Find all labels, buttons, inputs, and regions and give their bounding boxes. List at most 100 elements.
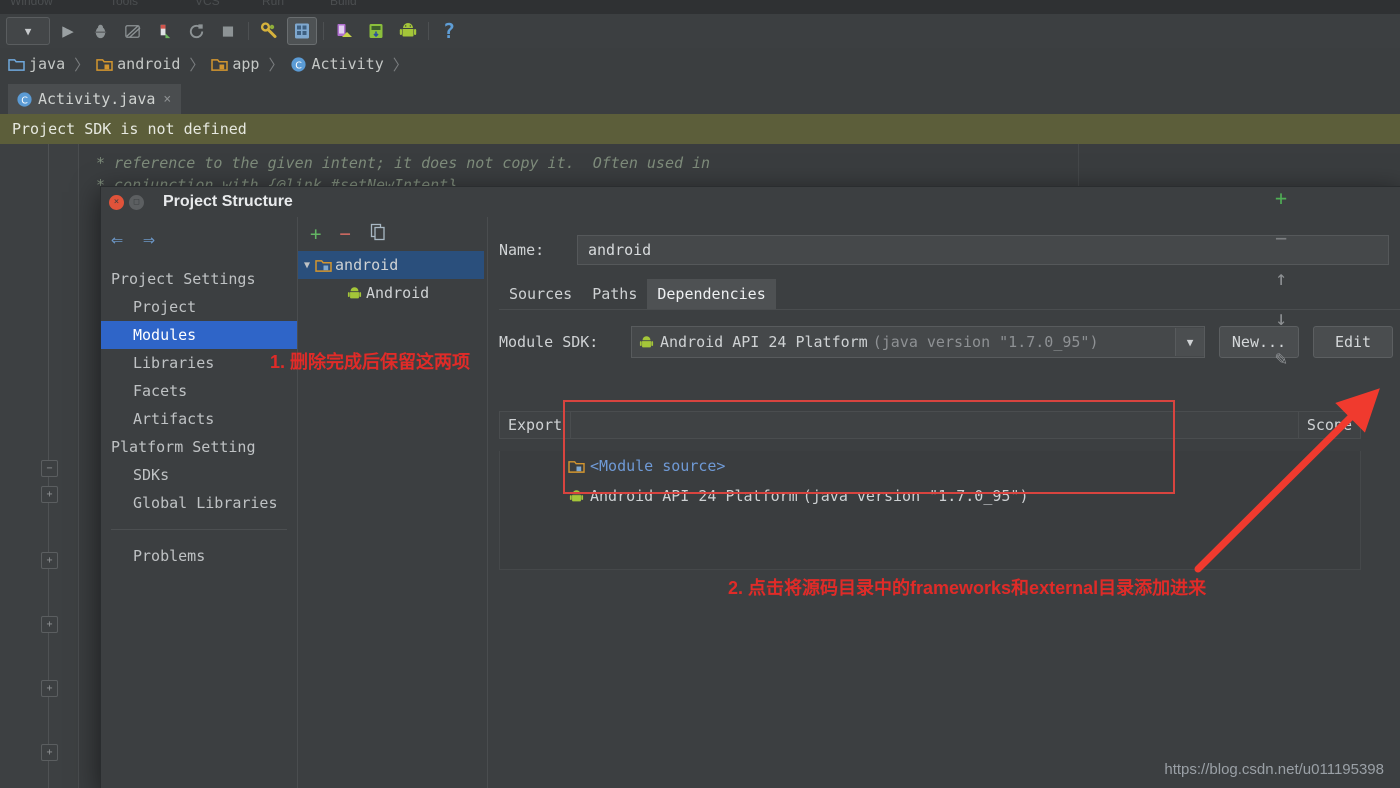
copy-icon[interactable] (369, 223, 387, 245)
sidebar-group-project-settings: Project Settings (111, 270, 256, 288)
bug-icon (94, 24, 106, 38)
column-header-export[interactable]: Export (500, 412, 572, 438)
fold-marker[interactable]: + (41, 552, 58, 569)
sidebar-item-sdks[interactable]: SDKs (101, 461, 297, 489)
play-icon: ▶ (62, 20, 74, 42)
menu-item-tools[interactable]: Tools (110, 0, 138, 8)
folder-icon (8, 58, 25, 71)
close-window-button[interactable]: × (109, 194, 124, 210)
sidebar-item-facets[interactable]: Facets (101, 377, 297, 405)
tab-dependencies[interactable]: Dependencies (647, 279, 776, 309)
menu-item-build[interactable]: Build (330, 0, 357, 8)
rerun-button[interactable] (182, 18, 210, 44)
run-button[interactable]: ▶ (54, 18, 82, 44)
move-up-button[interactable]: ↑ (1275, 268, 1287, 288)
fold-marker[interactable]: + (41, 680, 58, 697)
android-button[interactable] (394, 18, 422, 44)
breadcrumb-item-app[interactable]: app (211, 55, 259, 73)
run-coverage-button[interactable] (118, 18, 146, 44)
editor-gutter[interactable] (0, 144, 79, 788)
maximize-icon: □ (133, 197, 140, 207)
run-configuration-dropdown[interactable]: ▼ (6, 17, 50, 45)
move-down-button[interactable]: ↓ (1275, 308, 1287, 328)
edit-dependency-button[interactable]: ✎ (1275, 348, 1287, 368)
debug-button[interactable] (86, 18, 114, 44)
module-name-value: android (588, 241, 652, 259)
column-header-scope[interactable]: Scope (1297, 412, 1360, 438)
remove-dependency-button[interactable]: − (1275, 228, 1287, 248)
dependencies-side-toolbar: + − ↑ ↓ ✎ (1262, 186, 1300, 378)
editor-tab-label: Activity.java (38, 90, 156, 108)
breadcrumb-separator: 〉 (268, 55, 284, 74)
menu-item-vcs[interactable]: VCS (195, 0, 220, 8)
svg-text:C: C (296, 60, 303, 71)
add-dependency-button[interactable]: + (1275, 188, 1287, 208)
breadcrumb-label: Activity (311, 55, 384, 73)
tree-node-label: android (335, 256, 399, 274)
avd-manager-button[interactable] (330, 18, 358, 44)
chevron-down-icon[interactable]: ▼ (1175, 328, 1204, 356)
dialog-nav-buttons: ⇐ ⇒ (111, 227, 155, 251)
sidebar-item-libraries[interactable]: Libraries (101, 349, 297, 377)
project-structure-button[interactable] (287, 17, 317, 45)
profiler-icon (160, 24, 170, 38)
edit-sdk-button[interactable]: Edit (1313, 326, 1393, 358)
settings-sidebar: Project Settings Project Modules Librari… (101, 265, 297, 570)
sidebar-group-platform-settings: Platform Setting (111, 438, 256, 456)
forward-arrow-icon[interactable]: ⇒ (143, 227, 155, 251)
notification-banner: Project SDK is not defined (0, 114, 1400, 145)
sidebar-item-modules[interactable]: Modules (101, 321, 297, 349)
dialog-title: Project Structure (163, 193, 293, 210)
module-sdk-label: Module SDK: (499, 333, 599, 351)
menu-item-window[interactable]: Window (10, 0, 53, 8)
toolbar-divider (248, 22, 249, 40)
profile-button[interactable] (150, 18, 178, 44)
tab-paths[interactable]: Paths (582, 279, 647, 309)
breadcrumb-item-android[interactable]: android (96, 55, 180, 73)
minus-icon[interactable]: − (339, 224, 350, 244)
sidebar-item-artifacts[interactable]: Artifacts (101, 405, 297, 433)
android-robot-icon (347, 287, 362, 299)
fold-marker[interactable]: − (41, 460, 58, 477)
toolbar-divider-2 (323, 22, 324, 40)
sync-gradle-button[interactable] (255, 18, 283, 44)
module-sdk-value: Android API 24 Platform (660, 333, 868, 351)
breadcrumb-separator: 〉 (189, 55, 205, 74)
editor-tab-activity-java[interactable]: C Activity.java × (8, 84, 182, 114)
module-folder-icon (315, 259, 332, 272)
fold-marker[interactable]: + (41, 616, 58, 633)
fold-marker[interactable]: + (41, 744, 58, 761)
sidebar-item-project[interactable]: Project (101, 293, 297, 321)
toolbar-divider-3 (428, 22, 429, 40)
annotation-highlight-box (563, 400, 1175, 494)
breadcrumb-item-activity[interactable]: C Activity (290, 55, 384, 73)
question-mark-icon: ? (442, 19, 456, 43)
tab-sources[interactable]: Sources (499, 279, 582, 309)
avd-manager-icon (337, 24, 352, 37)
tree-node-android-module[interactable]: ▼ android (298, 251, 484, 279)
module-sdk-version: (java version "1.7.0_95") (872, 333, 1099, 351)
tree-node-android-facet[interactable]: Android (298, 279, 484, 307)
annotation-step-1: 1. 删除完成后保留这两项 (270, 352, 471, 372)
breadcrumb-label: java (29, 55, 66, 73)
folder-icon (96, 58, 113, 71)
ide-window: Window Tools VCS Run Build ▼ ▶ ■ ? java … (0, 0, 1400, 788)
help-button[interactable]: ? (435, 18, 463, 44)
module-sdk-combobox[interactable]: Android API 24 Platform (java version "1… (631, 326, 1205, 358)
sidebar-item-problems[interactable]: Problems (101, 542, 297, 570)
plus-icon[interactable]: + (310, 224, 321, 244)
module-tree-toolbar: + − (298, 217, 484, 251)
back-arrow-icon[interactable]: ⇐ (111, 227, 123, 251)
maximize-window-button[interactable]: □ (129, 194, 144, 210)
triangle-down-icon[interactable]: ▼ (304, 260, 310, 271)
stop-button[interactable]: ■ (214, 18, 242, 44)
svg-text:C: C (21, 95, 28, 106)
breadcrumb-item-java[interactable]: java (8, 55, 65, 73)
close-icon[interactable]: × (163, 92, 171, 107)
fold-marker[interactable]: + (41, 486, 58, 503)
sidebar-item-global-libraries[interactable]: Global Libraries (101, 489, 297, 517)
dialog-title-bar[interactable]: × □ Project Structure (101, 187, 1400, 217)
menu-item-run[interactable]: Run (262, 0, 284, 8)
sdk-manager-button[interactable] (362, 18, 390, 44)
tree-splitter[interactable] (487, 217, 488, 788)
